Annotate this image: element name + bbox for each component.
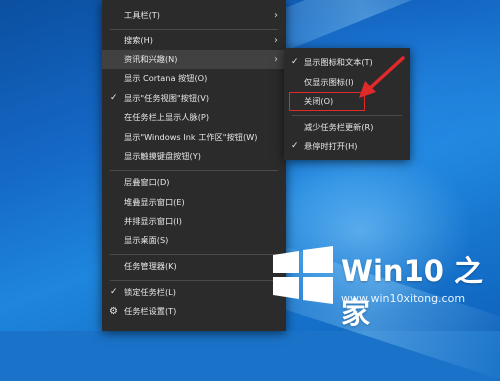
menu-item-cascade[interactable]: 层叠窗口(D) bbox=[102, 173, 286, 192]
menu-item-label: 减少任务栏更新(R) bbox=[304, 122, 374, 132]
menu-item-label: 堆叠显示窗口(E) bbox=[124, 197, 185, 207]
taskbar-context-menu: 工具栏(T) › 搜索(H) › 资讯和兴趣(N) › 显示 Cortana 按… bbox=[102, 0, 286, 331]
menu-item-show-people[interactable]: 在任务栏上显示人脉(P) bbox=[102, 108, 286, 127]
menu-item-show-desktop[interactable]: 显示桌面(S) bbox=[102, 231, 286, 250]
menu-item-label: 显示"Windows Ink 工作区"按钮(W) bbox=[124, 132, 258, 142]
menu-item-show-cortana[interactable]: 显示 Cortana 按钮(O) bbox=[102, 69, 286, 88]
checkmark-icon: ✓ bbox=[110, 93, 118, 103]
checkmark-icon: ✓ bbox=[110, 287, 118, 297]
menu-item-label: 搜索(H) bbox=[124, 35, 153, 45]
menu-item-side-by-side[interactable]: 并排显示窗口(I) bbox=[102, 212, 286, 231]
menu-separator bbox=[292, 115, 402, 116]
menu-item-label: 任务栏设置(T) bbox=[124, 306, 177, 316]
menu-item-label: 并排显示窗口(I) bbox=[124, 216, 182, 226]
chevron-right-icon: › bbox=[274, 35, 278, 46]
menu-item-touch-keyboard[interactable]: 显示触摸键盘按钮(Y) bbox=[102, 147, 286, 166]
menu-item-label: 工具栏(T) bbox=[124, 10, 160, 20]
gear-icon: ⚙ bbox=[109, 306, 118, 317]
menu-item-show-task-view[interactable]: ✓ 显示"任务视图"按钮(V) bbox=[102, 89, 286, 108]
menu-item-search[interactable]: 搜索(H) › bbox=[102, 31, 286, 50]
highlight-box-annotation bbox=[289, 92, 365, 111]
menu-item-lock-taskbar[interactable]: ✓ 锁定任务栏(L) bbox=[102, 283, 286, 302]
submenu-item-reduce-updates[interactable]: 减少任务栏更新(R) bbox=[284, 118, 410, 137]
menu-item-windows-ink[interactable]: 显示"Windows Ink 工作区"按钮(W) bbox=[102, 128, 286, 147]
menu-item-label: 显示触摸键盘按钮(Y) bbox=[124, 151, 201, 161]
menu-separator bbox=[110, 29, 278, 30]
watermark: Win10 之家 www.win10xitong.com bbox=[265, 240, 495, 330]
menu-item-label: 仅显示图标(I) bbox=[304, 77, 354, 87]
menu-item-label: 显示"任务视图"按钮(V) bbox=[124, 93, 210, 103]
menu-item-label: 层叠窗口(D) bbox=[124, 177, 170, 187]
windows-logo-icon bbox=[273, 246, 333, 304]
menu-item-label: 资讯和兴趣(N) bbox=[124, 54, 178, 64]
chevron-right-icon: › bbox=[274, 54, 278, 65]
watermark-title: Win10 之家 bbox=[341, 254, 484, 330]
menu-item-label: 在任务栏上显示人脉(P) bbox=[124, 112, 210, 122]
menu-item-toolbars[interactable]: 工具栏(T) › bbox=[102, 6, 286, 25]
red-arrow-annotation bbox=[359, 56, 405, 98]
menu-item-label: 显示 Cortana 按钮(O) bbox=[124, 73, 208, 83]
menu-item-label: 显示桌面(S) bbox=[124, 235, 169, 245]
menu-item-label: 锁定任务栏(L) bbox=[124, 287, 176, 297]
submenu-item-open-on-hover[interactable]: ✓ 悬停时打开(H) bbox=[284, 137, 410, 156]
checkmark-icon: ✓ bbox=[291, 141, 299, 151]
menu-item-label: 悬停时打开(H) bbox=[304, 141, 358, 151]
menu-item-taskbar-settings[interactable]: ⚙ 任务栏设置(T) bbox=[102, 302, 286, 321]
chevron-right-icon: › bbox=[274, 10, 278, 21]
menu-item-label: 任务管理器(K) bbox=[124, 261, 177, 271]
menu-item-stack[interactable]: 堆叠显示窗口(E) bbox=[102, 193, 286, 212]
menu-item-news-and-interests[interactable]: 资讯和兴趣(N) › bbox=[102, 50, 286, 69]
menu-separator bbox=[110, 170, 278, 171]
checkmark-icon: ✓ bbox=[291, 57, 299, 67]
menu-item-task-manager[interactable]: 任务管理器(K) bbox=[102, 257, 286, 276]
menu-separator bbox=[110, 280, 278, 281]
watermark-url: www.win10xitong.com bbox=[341, 292, 466, 305]
menu-separator bbox=[110, 254, 278, 255]
